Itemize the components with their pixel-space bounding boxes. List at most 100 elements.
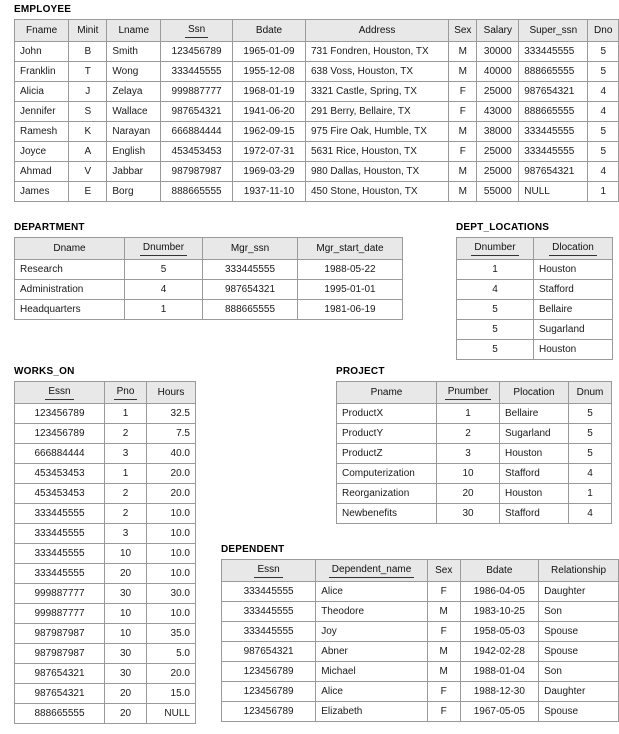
cell-pnumber: 30 xyxy=(436,503,500,524)
table-row[interactable]: 123456789 2 7.5 xyxy=(14,423,196,444)
column-header-dname[interactable]: Dname xyxy=(14,237,125,260)
column-header-mgr_ssn[interactable]: Mgr_ssn xyxy=(202,237,298,260)
column-header-essn[interactable]: Essn xyxy=(220,559,317,582)
dependent-table-body: 333445555 Alice F 1986-04-05 Daughter 3334455… xyxy=(220,581,619,722)
table-row[interactable]: Franklin T Wong 333445555 1955-12-08 638 Voss… xyxy=(13,61,619,82)
cell-hours: 30.0 xyxy=(146,583,196,604)
column-header-dnum[interactable]: Dnum xyxy=(568,381,612,404)
table-row[interactable]: Reorganization 20 Houston 1 xyxy=(336,483,612,504)
table-row[interactable]: 999887777 30 30.0 xyxy=(14,583,196,604)
column-header-dno[interactable]: Dno xyxy=(587,19,619,42)
table-row[interactable]: Research 5 333445555 1988-05-22 xyxy=(14,259,403,280)
table-row[interactable]: 987654321 Abner M 1942-02-28 Spouse xyxy=(220,641,619,662)
column-header-sex[interactable]: Sex xyxy=(426,559,461,582)
table-row[interactable]: 987987987 30 5.0 xyxy=(14,643,196,664)
column-header-address[interactable]: Address xyxy=(304,19,450,42)
column-header-mgr_start_date[interactable]: Mgr_start_date xyxy=(297,237,403,260)
cell-pno: 10 xyxy=(104,543,147,564)
cell-pno: 10 xyxy=(104,623,147,644)
cell-relationship: Spouse xyxy=(538,621,619,642)
cell-pno: 30 xyxy=(104,663,147,684)
table-row[interactable]: 5 Sugarland xyxy=(456,319,613,340)
table-row[interactable]: 453453453 2 20.0 xyxy=(14,483,196,504)
cell-mgr_start_date: 1988-05-22 xyxy=(297,259,403,280)
column-header-lname[interactable]: Lname xyxy=(106,19,162,42)
cell-fname: Franklin xyxy=(13,61,70,82)
column-header-dependent_name[interactable]: Dependent_name xyxy=(315,559,428,582)
table-row[interactable]: Headquarters 1 888665555 1981-06-19 xyxy=(14,299,403,320)
dependent-table-head: Essn Dependent_name Sex Bdate Relationship xyxy=(220,559,619,582)
column-header-super_ssn[interactable]: Super_ssn xyxy=(518,19,589,42)
column-header-bdate[interactable]: Bdate xyxy=(232,19,306,42)
cell-pno: 10 xyxy=(104,603,147,624)
column-header-bdate[interactable]: Bdate xyxy=(459,559,540,582)
column-header-hours[interactable]: Hours xyxy=(146,381,196,404)
table-row[interactable]: Newbenefits 30 Stafford 4 xyxy=(336,503,612,524)
cell-plocation: Stafford xyxy=(499,463,569,484)
table-row[interactable]: 333445555 3 10.0 xyxy=(14,523,196,544)
table-row[interactable]: Administration 4 987654321 1995-01-01 xyxy=(14,279,403,300)
table-row[interactable]: Computerization 10 Stafford 4 xyxy=(336,463,612,484)
table-row[interactable]: 987654321 30 20.0 xyxy=(14,663,196,684)
table-row[interactable]: 999887777 10 10.0 xyxy=(14,603,196,624)
table-row[interactable]: 4 Stafford xyxy=(456,279,613,300)
column-header-fname[interactable]: Fname xyxy=(13,19,70,42)
table-row[interactable]: 5 Houston xyxy=(456,339,613,360)
cell-pno: 2 xyxy=(104,483,147,504)
table-row[interactable]: 987987987 10 35.0 xyxy=(14,623,196,644)
table-row[interactable]: 123456789 Alice F 1988-12-30 Daughter xyxy=(220,681,619,702)
column-header-pname[interactable]: Pname xyxy=(336,381,437,404)
column-header-relationship[interactable]: Relationship xyxy=(538,559,619,582)
column-header-salary[interactable]: Salary xyxy=(476,19,520,42)
table-row[interactable]: 333445555 Joy F 1958-05-03 Spouse xyxy=(220,621,619,642)
table-row[interactable]: 666884444 3 40.0 xyxy=(14,443,196,464)
cell-dnumber: 5 xyxy=(456,299,534,320)
table-row[interactable]: Alicia J Zelaya 999887777 1968-01-19 3321 Cas… xyxy=(13,81,619,102)
table-row[interactable]: ProductZ 3 Houston 5 xyxy=(336,443,612,464)
column-header-plocation[interactable]: Plocation xyxy=(499,381,569,404)
column-header-sex[interactable]: Sex xyxy=(448,19,478,42)
table-row[interactable]: Joyce A English 453453453 1972-07-31 5631 Ric… xyxy=(13,141,619,162)
table-row[interactable]: Ramesh K Narayan 666884444 1962-09-15 975 Fir… xyxy=(13,121,619,142)
table-row[interactable]: 333445555 20 10.0 xyxy=(14,563,196,584)
cell-dnum: 1 xyxy=(568,483,612,504)
cell-essn: 987654321 xyxy=(14,683,105,704)
column-header-dnumber[interactable]: Dnumber xyxy=(456,237,534,260)
cell-pno: 30 xyxy=(104,643,147,664)
table-row[interactable]: 1 Houston xyxy=(456,259,613,280)
table-row[interactable]: 333445555 Theodore M 1983-10-25 Son xyxy=(220,601,619,622)
table-row[interactable]: 5 Bellaire xyxy=(456,299,613,320)
cell-bdate: 1955-12-08 xyxy=(232,61,306,82)
table-row[interactable]: 888665555 20 NULL xyxy=(14,703,196,724)
cell-sex: F xyxy=(448,141,478,162)
cell-mgr_ssn: 888665555 xyxy=(202,299,298,320)
table-row[interactable]: 123456789 Michael M 1988-01-04 Son xyxy=(220,661,619,682)
table-row[interactable]: 453453453 1 20.0 xyxy=(14,463,196,484)
column-header-dnumber[interactable]: Dnumber xyxy=(124,237,203,260)
table-row[interactable]: ProductX 1 Bellaire 5 xyxy=(336,403,612,424)
primary-key-underline: Essn xyxy=(45,385,74,400)
cell-salary: 30000 xyxy=(476,41,520,62)
table-row[interactable]: John B Smith 123456789 1965-01-09 731 Fondren… xyxy=(13,41,619,62)
table-row[interactable]: 987654321 20 15.0 xyxy=(14,683,196,704)
table-row[interactable]: ProductY 2 Sugarland 5 xyxy=(336,423,612,444)
column-header-pno[interactable]: Pno xyxy=(104,381,147,404)
cell-dnumber: 1 xyxy=(456,259,534,280)
column-header-minit[interactable]: Minit xyxy=(68,19,108,42)
table-row[interactable]: 333445555 Alice F 1986-04-05 Daughter xyxy=(220,581,619,602)
table-row[interactable]: 123456789 Elizabeth F 1967-05-05 Spouse xyxy=(220,701,619,722)
table-row[interactable]: Jennifer S Wallace 987654321 1941-06-20 291 B… xyxy=(13,101,619,122)
column-header-ssn[interactable]: Ssn xyxy=(160,19,234,42)
column-header-dlocation[interactable]: Dlocation xyxy=(533,237,613,260)
column-header-pnumber[interactable]: Pnumber xyxy=(436,381,500,404)
table-row[interactable]: Ahmad V Jabbar 987987987 1969-03-29 980 Dalla… xyxy=(13,161,619,182)
cell-pno: 20 xyxy=(104,703,147,724)
table-row[interactable]: 333445555 10 10.0 xyxy=(14,543,196,564)
column-header-essn[interactable]: Essn xyxy=(14,381,105,404)
cell-bdate: 1958-05-03 xyxy=(459,621,540,642)
cell-pname: ProductX xyxy=(336,403,437,424)
table-row[interactable]: 333445555 2 10.0 xyxy=(14,503,196,524)
table-row[interactable]: 123456789 1 32.5 xyxy=(14,403,196,424)
cell-relationship: Son xyxy=(538,601,619,622)
table-row[interactable]: James E Borg 888665555 1937-11-10 450 Stone, … xyxy=(13,181,619,202)
